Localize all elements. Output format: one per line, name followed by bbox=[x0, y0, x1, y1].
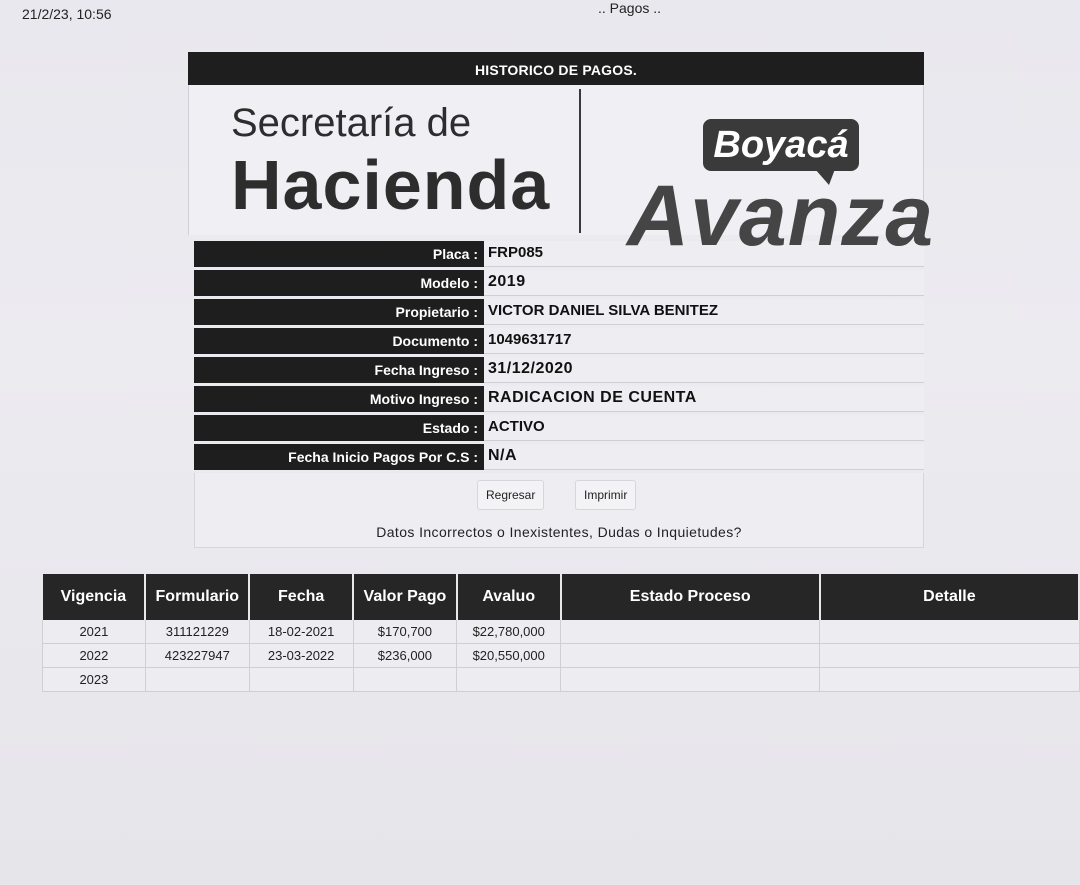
info-label: Documento : bbox=[194, 328, 484, 354]
info-value: 31/12/2020 bbox=[484, 357, 924, 383]
logo-avanza-text: Avanza bbox=[627, 168, 935, 264]
cell-detalle bbox=[819, 643, 1080, 668]
col-header-valor-pago: Valor Pago bbox=[353, 574, 458, 620]
cell-valor-pago: $170,700 bbox=[353, 620, 458, 644]
cell-avaluo bbox=[456, 667, 562, 692]
info-value: ACTIVO bbox=[484, 415, 924, 441]
info-row-estado: Estado : ACTIVO bbox=[188, 415, 924, 441]
cell-fecha: 18-02-2021 bbox=[249, 620, 354, 644]
payments-table: Vigencia Formulario Fecha Valor Pago Ava… bbox=[42, 574, 1080, 692]
cell-estado-proceso bbox=[560, 667, 821, 692]
cell-valor-pago bbox=[353, 667, 458, 692]
help-link[interactable]: Datos Incorrectos o Inexistentes, Dudas … bbox=[194, 515, 924, 548]
payment-history-panel: HISTORICO DE PAGOS. Secretaría de Hacien… bbox=[188, 52, 933, 548]
cell-vigencia: 2022 bbox=[42, 643, 146, 668]
banner-divider bbox=[579, 89, 581, 233]
col-header-detalle: Detalle bbox=[819, 574, 1080, 620]
info-label: Modelo : bbox=[194, 270, 484, 296]
cell-formulario: 423227947 bbox=[145, 643, 250, 668]
info-label: Fecha Inicio Pagos Por C.S : bbox=[194, 444, 484, 470]
cell-formulario bbox=[145, 667, 250, 692]
cell-detalle bbox=[819, 620, 1080, 644]
info-label: Propietario : bbox=[194, 299, 484, 325]
back-button[interactable]: Regresar bbox=[477, 480, 545, 510]
institution-banner: Secretaría de Hacienda Boyacá Avanza bbox=[188, 85, 933, 264]
cell-vigencia: 2023 bbox=[42, 667, 146, 692]
info-value: N/A bbox=[484, 444, 924, 470]
print-timestamp: 21/2/23, 10:56 bbox=[22, 6, 112, 22]
info-value: 2019 bbox=[484, 270, 924, 296]
cell-fecha: 23-03-2022 bbox=[249, 643, 354, 668]
info-row-modelo: Modelo : 2019 bbox=[188, 270, 924, 296]
col-header-avaluo: Avaluo bbox=[456, 574, 562, 620]
col-header-formulario: Formulario bbox=[145, 574, 251, 620]
info-row-fecha-inicio-pagos: Fecha Inicio Pagos Por C.S : N/A bbox=[188, 444, 924, 470]
panel-title: HISTORICO DE PAGOS. bbox=[188, 52, 924, 85]
info-label: Fecha Ingreso : bbox=[194, 357, 484, 383]
info-row-fecha-ingreso: Fecha Ingreso : 31/12/2020 bbox=[188, 357, 924, 383]
cell-formulario: 311121229 bbox=[145, 620, 250, 644]
print-page-title: .. Pagos .. bbox=[598, 0, 662, 16]
cell-avaluo: $22,780,000 bbox=[456, 620, 562, 644]
cell-valor-pago: $236,000 bbox=[353, 643, 458, 668]
info-label: Estado : bbox=[194, 415, 484, 441]
logo-hacienda-text: Hacienda bbox=[231, 146, 551, 224]
action-buttons: Regresar Imprimir bbox=[194, 473, 924, 515]
info-row-propietario: Propietario : VICTOR DANIEL SILVA BENITE… bbox=[188, 299, 924, 325]
print-button[interactable]: Imprimir bbox=[575, 480, 637, 510]
cell-estado-proceso bbox=[560, 620, 821, 644]
col-header-vigencia: Vigencia bbox=[42, 574, 147, 620]
info-label: Placa : bbox=[194, 241, 484, 267]
info-value: VICTOR DANIEL SILVA BENITEZ bbox=[484, 299, 924, 325]
table-row: 2022 423227947 23-03-2022 $236,000 $20,5… bbox=[42, 643, 1080, 668]
table-header-row: Vigencia Formulario Fecha Valor Pago Ava… bbox=[42, 574, 1080, 620]
info-row-motivo-ingreso: Motivo Ingreso : RADICACION DE CUENTA bbox=[188, 386, 924, 412]
logo-boyaca-badge: Boyacá bbox=[703, 119, 859, 185]
cell-vigencia: 2021 bbox=[42, 620, 146, 644]
cell-fecha bbox=[249, 667, 354, 692]
vehicle-info: Placa : FRP085 Modelo : 2019 Propietario… bbox=[188, 241, 924, 470]
table-row: 2023 bbox=[42, 667, 1080, 692]
table-row: 2021 311121229 18-02-2021 $170,700 $22,7… bbox=[42, 620, 1080, 644]
logo-secretaria-text: Secretaría de bbox=[231, 101, 472, 145]
info-value: 1049631717 bbox=[484, 328, 924, 354]
info-value: RADICACION DE CUENTA bbox=[484, 386, 924, 412]
payments-table-container: Vigencia Formulario Fecha Valor Pago Ava… bbox=[42, 574, 1080, 692]
info-row-documento: Documento : 1049631717 bbox=[188, 328, 924, 354]
col-header-fecha: Fecha bbox=[249, 574, 355, 620]
col-header-estado-proceso: Estado Proceso bbox=[560, 574, 821, 620]
cell-avaluo: $20,550,000 bbox=[456, 643, 562, 668]
info-label: Motivo Ingreso : bbox=[194, 386, 484, 412]
cell-detalle bbox=[819, 667, 1080, 692]
cell-estado-proceso bbox=[560, 643, 821, 668]
